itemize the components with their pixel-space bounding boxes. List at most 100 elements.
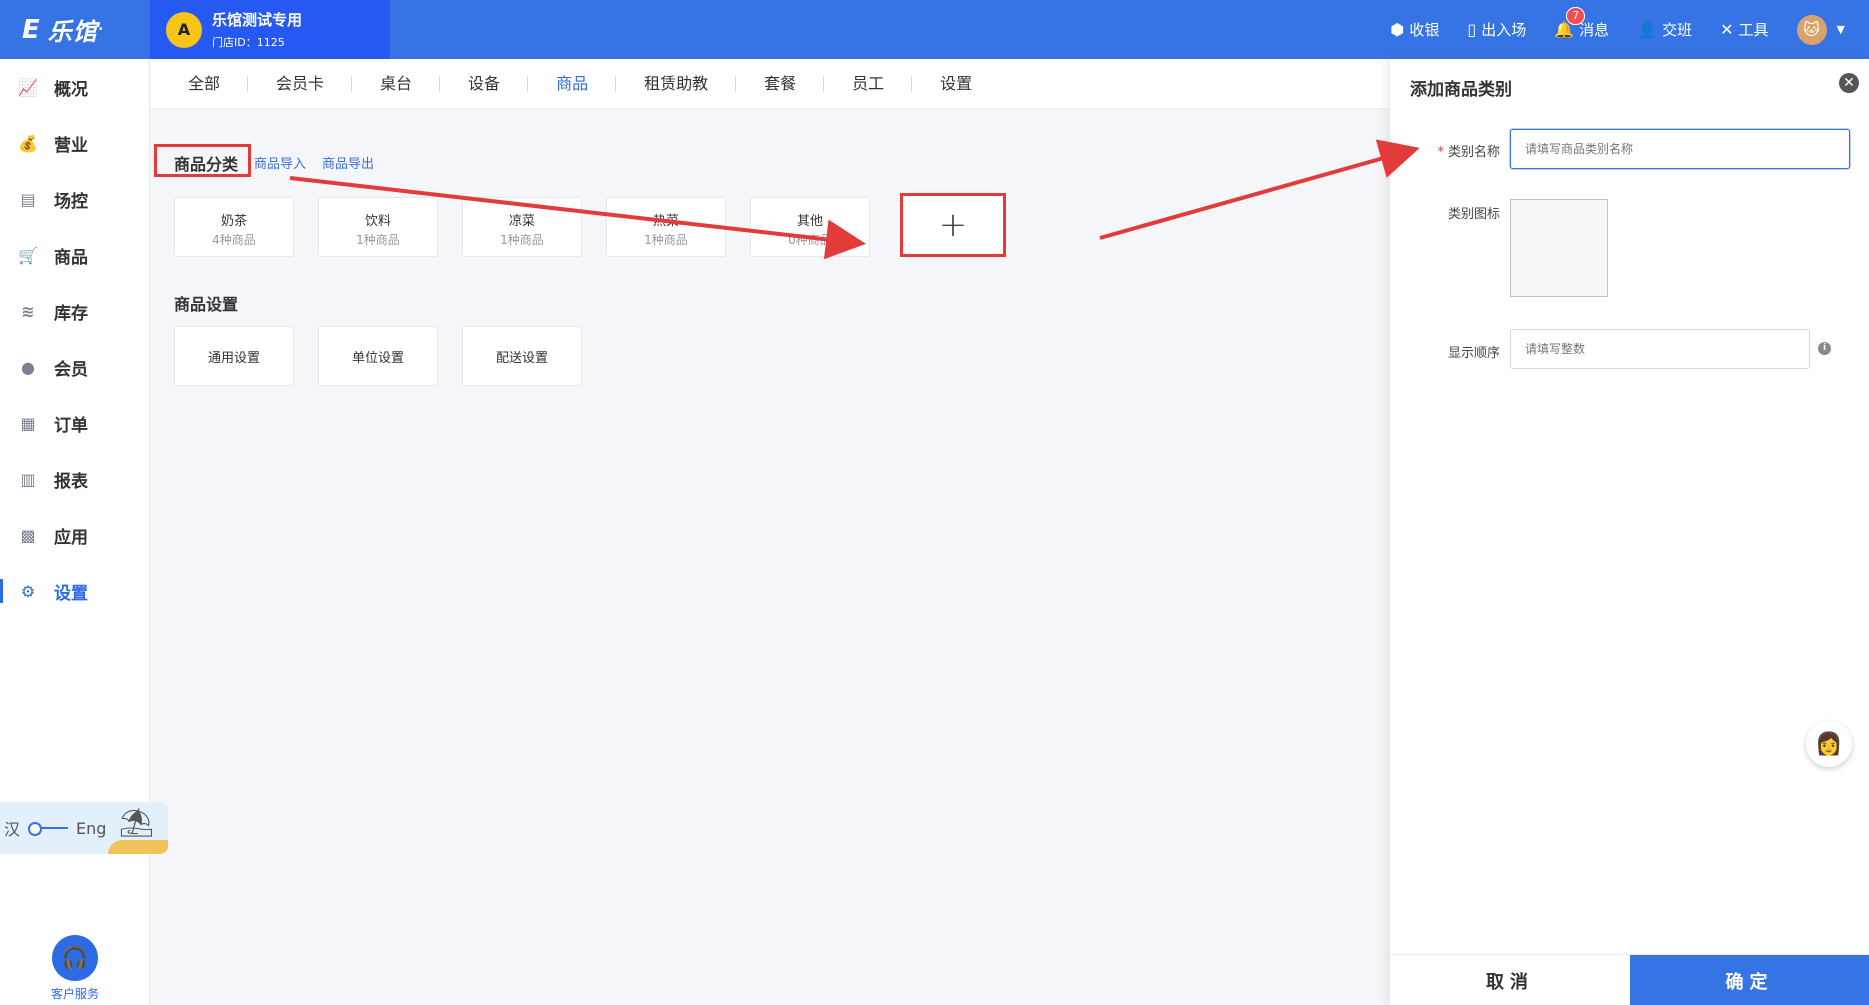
goods-settings-title: 商品设置: [174, 295, 239, 314]
money-bag-icon: 💰: [18, 133, 38, 153]
display-order-input[interactable]: [1510, 329, 1810, 369]
sidebar-item-business[interactable]: 💰 营业: [0, 115, 149, 171]
sidebar-item-label: 设置: [54, 583, 88, 604]
import-goods-link[interactable]: 商品导入: [254, 153, 306, 172]
tab-all[interactable]: 全部: [160, 74, 249, 94]
unit-settings-card[interactable]: 单位设置: [318, 326, 438, 386]
arrow-to-name-input: [1099, 139, 1420, 240]
customer-service-button[interactable]: 🎧 客户服务: [40, 935, 110, 1002]
category-card[interactable]: 凉菜 1种商品: [462, 197, 582, 257]
store-avatar: A: [166, 11, 202, 48]
category-count: 4种商品: [212, 233, 256, 247]
sidebar-item-apps[interactable]: ▩ 应用: [0, 507, 149, 563]
sidebar-item-venue-control[interactable]: ▤ 场控: [0, 171, 149, 227]
chart-icon: 📈: [18, 77, 38, 97]
chevron-down-icon[interactable]: ▼: [1837, 23, 1845, 36]
gear-icon: ⚙: [20, 581, 36, 601]
sidebar-item-label: 会员: [54, 359, 88, 380]
toggle-switch-icon: [28, 822, 69, 836]
close-icon[interactable]: ✕: [1839, 73, 1859, 93]
logo-mark: E: [22, 14, 40, 45]
category-card[interactable]: 饮料 1种商品: [318, 197, 438, 257]
venue-control-icon: ▤: [20, 189, 36, 209]
sidebar-item-label: 订单: [54, 415, 88, 436]
category-icon-upload[interactable]: [1510, 199, 1608, 297]
logo-dot: •: [97, 24, 104, 35]
shift-label: 交班: [1662, 21, 1693, 39]
messages-button[interactable]: 🔔 7 消息: [1554, 7, 1610, 40]
cashier-button[interactable]: ⬢ 收银: [1390, 19, 1439, 40]
cart-icon: 🛒: [18, 245, 38, 265]
cashier-icon: ⬢: [1390, 20, 1405, 39]
tab-tables[interactable]: 桌台: [352, 74, 441, 94]
messages-label: 消息: [1579, 21, 1610, 39]
tab-devices[interactable]: 设备: [440, 74, 529, 94]
panel-footer: 取消 确定: [1390, 954, 1869, 1005]
confirm-button[interactable]: 确定: [1630, 955, 1869, 1005]
user-switch-icon: 👤: [1637, 20, 1658, 39]
general-settings-card[interactable]: 通用设置: [174, 326, 294, 386]
highlight-box: [154, 144, 251, 177]
sidebar: 📈 概况 💰 营业 ▤ 场控 🛒 商品 ≋ 库存 ● 会员 ▦ 订单 ▥ 报表 …: [0, 59, 150, 1005]
category-name-label-text: 类别名称: [1447, 145, 1500, 160]
sidebar-item-label: 场控: [54, 191, 88, 212]
app-logo[interactable]: E 乐馆 •: [0, 0, 150, 59]
add-category-panel: 添加商品类别 ✕ *类别名称 类别图标 显示顺序 i 取消 确定: [1390, 59, 1869, 1005]
store-switcher[interactable]: A 乐馆测试专用 门店ID：1125: [150, 0, 390, 59]
category-card[interactable]: 其他 0种商品: [750, 197, 870, 257]
tab-packages[interactable]: 套餐: [736, 74, 825, 94]
bar-chart-icon: ▥: [20, 469, 36, 489]
shift-button[interactable]: 👤 交班: [1637, 19, 1692, 40]
avatar[interactable]: 🐱: [1796, 14, 1827, 45]
sidebar-item-overview[interactable]: 📈 概况: [0, 59, 149, 115]
tools-icon: ✕: [1720, 20, 1734, 39]
required-mark: *: [1437, 145, 1444, 160]
headset-icon: 🎧: [52, 935, 98, 981]
category-name: 凉菜: [508, 214, 535, 229]
add-category-button[interactable]: +: [900, 193, 1006, 257]
category-card[interactable]: 热菜 1种商品: [606, 197, 726, 257]
top-actions: ⬢ 收银 ▯ 出入场 🔔 7 消息 👤 交班 ✕ 工具 🐱 ▼: [1390, 0, 1869, 59]
settings-tabs: 全部 会员卡 桌台 设备 商品 租赁助教 套餐 员工 设置: [150, 59, 1390, 109]
cancel-button[interactable]: 取消: [1390, 955, 1630, 1005]
sidebar-item-orders[interactable]: ▦ 订单: [0, 395, 149, 451]
sidebar-item-label: 库存: [54, 303, 88, 324]
sidebar-item-label: 概况: [54, 79, 88, 100]
apps-icon: ▩: [20, 525, 36, 545]
tools-label: 工具: [1738, 21, 1769, 39]
lang-chinese-label: 汉: [4, 820, 21, 839]
store-id: 门店ID：1125: [212, 36, 285, 49]
lang-english-label: Eng: [76, 818, 107, 838]
category-icon-label: 类别图标: [1447, 207, 1500, 222]
category-card[interactable]: 奶茶 4种商品: [174, 197, 294, 257]
sidebar-item-label: 营业: [54, 135, 88, 156]
sidebar-item-label: 报表: [54, 471, 88, 492]
sidebar-item-settings[interactable]: ⚙ 设置: [0, 563, 149, 619]
door-icon: ▯: [1467, 20, 1477, 39]
settings-card-label: 单位设置: [351, 351, 404, 366]
sidebar-item-goods[interactable]: 🛒 商品: [0, 227, 149, 283]
tab-staff[interactable]: 员工: [824, 74, 913, 94]
info-icon[interactable]: i: [1818, 342, 1831, 355]
tab-rental-coach[interactable]: 租赁助教: [616, 74, 737, 94]
tab-member-card[interactable]: 会员卡: [248, 74, 353, 94]
entry-button[interactable]: ▯ 出入场: [1467, 19, 1526, 40]
settings-card-label: 配送设置: [495, 351, 548, 366]
category-name-label: * 类别名称: [1390, 141, 1500, 160]
category-name: 饮料: [364, 214, 391, 229]
language-toggle[interactable]: 汉 Eng ⛱: [0, 802, 168, 854]
beach-sand-decoration: [108, 840, 168, 854]
export-goods-link[interactable]: 商品导出: [322, 153, 374, 172]
category-name-input[interactable]: [1510, 129, 1850, 169]
delivery-settings-card[interactable]: 配送设置: [462, 326, 582, 386]
tab-settings[interactable]: 设置: [912, 74, 1000, 94]
sidebar-item-label: 应用: [54, 527, 88, 548]
display-order-label: 显示顺序: [1447, 346, 1500, 361]
assistant-avatar-icon[interactable]: 👩: [1806, 721, 1852, 767]
layers-icon: ≋: [21, 301, 35, 321]
sidebar-item-members[interactable]: ● 会员: [0, 339, 149, 395]
tools-button[interactable]: ✕ 工具: [1720, 19, 1768, 40]
sidebar-item-reports[interactable]: ▥ 报表: [0, 451, 149, 507]
tab-goods[interactable]: 商品: [528, 74, 617, 94]
sidebar-item-inventory[interactable]: ≋ 库存: [0, 283, 149, 339]
